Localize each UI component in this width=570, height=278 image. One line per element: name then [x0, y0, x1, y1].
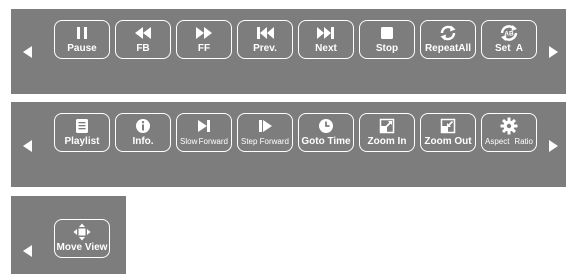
pause-icon — [55, 25, 109, 41]
fast-backward-label: FB — [136, 43, 150, 54]
slow-forward-label: Slow Forward — [177, 136, 231, 147]
zoom-in-button[interactable]: Zoom In — [359, 113, 415, 152]
playlist-icon — [55, 118, 109, 134]
set-ab-icon-text: AB — [504, 31, 514, 38]
zoom-in-icon — [360, 118, 414, 134]
move-view-button[interactable]: Move View — [54, 219, 110, 258]
slow-forward-button[interactable]: Slow Forward — [176, 113, 232, 152]
zoom-out-label: Zoom Out — [424, 136, 472, 147]
step-forward-icon — [238, 118, 292, 134]
toolbar-panel-1: Pause FB FF Prev. Next Stop RepeatAll AB… — [11, 9, 566, 94]
repeat-all-button[interactable]: RepeatAll — [420, 20, 476, 59]
previous-track-icon — [238, 25, 292, 41]
set-a-button[interactable]: AB Set A — [481, 20, 537, 59]
step-forward-button[interactable]: Step Forward — [237, 113, 293, 152]
set-a-label: Set A — [495, 43, 523, 54]
info-icon — [116, 118, 170, 134]
slow-forward-label-right: Forward — [198, 137, 228, 146]
info-label: Info. — [132, 136, 154, 147]
stop-label: Stop — [375, 43, 399, 54]
pause-label: Pause — [67, 43, 97, 54]
move-view-label: Move View — [56, 242, 108, 253]
fast-backward-icon — [116, 25, 170, 41]
slow-forward-label-left: Slow — [180, 137, 198, 146]
goto-time-label: Goto Time — [301, 136, 351, 147]
repeat-all-label: RepeatAll — [424, 43, 472, 54]
playlist-button[interactable]: Playlist — [54, 113, 110, 152]
info-button[interactable]: Info. — [115, 113, 171, 152]
previous-button[interactable]: Prev. — [237, 20, 293, 59]
toolbar-panel-3: Move View — [11, 196, 126, 274]
previous-label: Prev. — [253, 43, 277, 54]
aspect-ratio-label: Aspect Ratio — [482, 136, 536, 147]
step-forward-label-left: Step — [241, 137, 258, 146]
stop-button[interactable]: Stop — [359, 20, 415, 59]
repeat-all-icon — [421, 25, 475, 41]
next-button[interactable]: Next — [298, 20, 354, 59]
clock-icon — [299, 118, 353, 134]
fast-forward-label: FF — [197, 43, 211, 54]
step-forward-label-right: Forward — [259, 137, 289, 146]
aspect-ratio-label-left: Aspect — [485, 137, 510, 146]
scroll-right-icon[interactable] — [549, 46, 558, 58]
next-label: Next — [315, 43, 337, 54]
scroll-left-icon[interactable] — [23, 46, 32, 58]
zoom-in-label: Zoom In — [367, 136, 407, 147]
zoom-out-button[interactable]: Zoom Out — [420, 113, 476, 152]
pause-button[interactable]: Pause — [54, 20, 110, 59]
aspect-ratio-label-right: Ratio — [514, 137, 533, 146]
move-view-icon — [55, 223, 109, 241]
zoom-out-icon — [421, 118, 475, 134]
playlist-label: Playlist — [64, 136, 100, 147]
scroll-left-icon[interactable] — [23, 245, 32, 257]
gear-icon — [482, 117, 536, 135]
stop-icon — [360, 25, 414, 41]
slow-forward-icon — [177, 118, 231, 134]
aspect-ratio-button[interactable]: Aspect Ratio — [481, 113, 537, 152]
fast-forward-button[interactable]: FF — [176, 20, 232, 59]
scroll-right-icon[interactable] — [549, 140, 558, 152]
fast-forward-icon — [177, 25, 231, 41]
next-track-icon — [299, 25, 353, 41]
step-forward-label: Step Forward — [238, 136, 292, 147]
set-ab-repeat-icon: AB — [482, 25, 536, 41]
toolbar-panel-2: Playlist Info. Slow Forward Step Forward… — [11, 102, 566, 187]
fast-backward-button[interactable]: FB — [115, 20, 171, 59]
scroll-left-icon[interactable] — [23, 140, 32, 152]
goto-time-button[interactable]: Goto Time — [298, 113, 354, 152]
